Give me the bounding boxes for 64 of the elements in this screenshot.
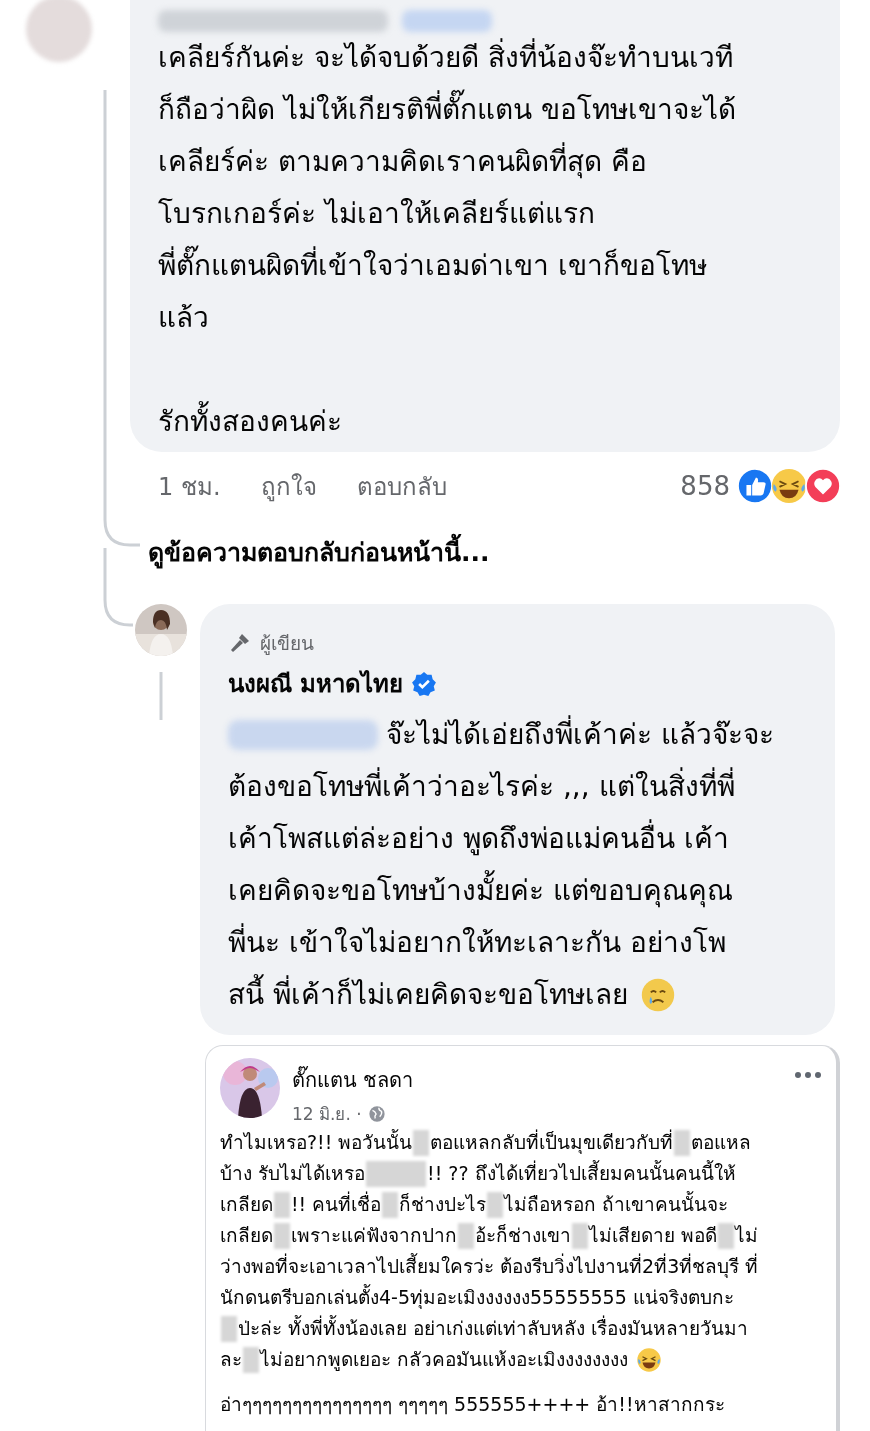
comment-text: เคลียร์ค่ะ ตามความคิดเราคนผิดที่สุด คือ (158, 136, 812, 188)
comment-text: รักทั้งสองคนค่ะ (158, 396, 812, 448)
post-text: เกลียด (220, 1192, 273, 1217)
post-text: ไม่อยากพูดเยอะ กลัวคอมันแห้งอะเมิงงงงงงงง (260, 1347, 629, 1373)
blurred-avatar (26, 0, 92, 62)
post-text: เคยคิดจะขอโทษบ้างมั้ยค่ะ แต่ขอบคุณคุณ (228, 865, 733, 917)
comment-text: ก็ถือว่าผิด ไม่ให้เกียรติพี่ตั๊กแตน ขอโทษเขาจะได้ (158, 84, 812, 136)
post-text: ก็ช่างปะไร (399, 1192, 487, 1217)
redaction-blur (458, 1222, 474, 1249)
view-previous-replies-link[interactable]: ดูข้อความตอบกลับก่อนหน้านี้... (148, 532, 490, 572)
redaction-blur (221, 1315, 237, 1342)
post-author-name[interactable]: ตั๊กแตน ชลดา (292, 1064, 414, 1096)
redaction-blur (274, 1191, 290, 1218)
laughing-emoji-icon (636, 1346, 663, 1373)
more-options-icon[interactable] (794, 1070, 822, 1080)
comment-text: โบรกเกอร์ค่ะ ไม่เอาให้เคลียร์แต่แรก (158, 196, 596, 232)
comment-text: พี่ตั๊กแตนผิดที่เข้าใจว่าเอมด่าเขา เขาก็ขอโทษ (158, 240, 812, 292)
post-text: ไม่ถือหรอก ถ้าเขาคนนั้นจะ (504, 1190, 729, 1217)
redaction-blur (243, 1346, 259, 1373)
post-text: สนี้ พี่เค้าก็ไม่เคยคิดจะขอโทษเลย (228, 969, 628, 1021)
redaction-blur (487, 1191, 504, 1218)
post-date: 12 มิ.ย. · (292, 1103, 362, 1126)
post-text: !! คนที่เชื่อ (291, 1190, 382, 1217)
reply-author-name[interactable]: นงผณี มหาดไทย (228, 664, 404, 703)
redaction-blur (366, 1160, 427, 1187)
post-text: เพราะแค่ฟังจากปาก (291, 1223, 457, 1248)
comment-action-link[interactable]: ถูกใจ (260, 466, 317, 506)
crying-emoji-icon (639, 977, 676, 1013)
post-text: ตอแหล (691, 1130, 752, 1155)
author-label: ผู้เขียน (260, 631, 314, 657)
redaction-blur (274, 1222, 290, 1249)
redaction-blur (382, 1191, 399, 1218)
post-text: ว่างพอที่จะเอาเวลาไปเสี้ยมใครว่ะ ต้องรีบวิ่งไปงานที่2ที่3ที่ชลบุรี ที่ (220, 1252, 759, 1280)
post-text: พี่นะ เข้าใจไม่อยากให้ทะเลาะกัน อย่างโพ (228, 917, 726, 969)
reaction-count: 858 (680, 471, 730, 501)
comment-text: แล้ว (158, 300, 210, 336)
laughing-emoji-icon (770, 467, 808, 505)
post-text: ป่ะล่ะ ทั้งพี่ทั้งน้องเลย อย่าเก่งแต่เท่าลับหลัง เรื่องมันหลายวันมา (238, 1314, 749, 1341)
post-text: อ้ะก็ช่างเขา (475, 1223, 571, 1248)
post-text: นักดนตรีบอกเล่นตั้ง4-5ทุ่มอะเมิงงงงงง55555555 แน่จริงตบกะ (220, 1283, 734, 1311)
post-text: บ้าง รับไม่ได้เหรอ (220, 1161, 366, 1186)
comment-time: 1 ชม. (158, 471, 221, 503)
heart-reaction-icon (804, 467, 842, 505)
microphone-icon (228, 631, 252, 655)
comment-action-link[interactable]: ตอบกลับ (356, 466, 447, 506)
post-text: !! ?? ถึงได้เที่ยวไปเสี้ยมคนนั้นคนนี้ให้ (427, 1159, 736, 1186)
post-text: ไม่เสียดาย พอดี (589, 1223, 718, 1248)
globe-icon (367, 1104, 386, 1123)
post-text: ทำไมเหรอ?!! พอวันนั้น (220, 1128, 413, 1155)
redaction-blur (718, 1222, 735, 1249)
post-text: เกลียด (220, 1223, 273, 1248)
redaction-blur (413, 1129, 430, 1156)
like-reaction-icon (736, 467, 774, 505)
post-text: จ๊ะไม่ได้เอ่ยถึงพี่เค้าค่ะ แล้วจ๊ะจะ (386, 709, 774, 761)
post-text: เค้าโพสแต่ล่ะอย่าง พูดถึงพ่อแม่คนอื่น เค้า (228, 813, 729, 865)
redaction-blur (572, 1222, 588, 1249)
post-text: อ่าๆๆๆๆๆๆๆๆๆๆๆๆๆๆๆ ๆๆๆๆๆ 555555++++ อ้า!!หาสากกระ (220, 1392, 725, 1417)
thread-line (159, 672, 163, 720)
post-text: ต้องขอโทษพี่เค้าว่าอะไรค่ะ ,,, แต่ในสิ่งที่พี่ (228, 761, 735, 813)
redaction-blur (674, 1129, 691, 1156)
post-text: ตอแหลกลับที่เป็นมุขเดียวกับที่ (430, 1128, 674, 1156)
comment-text: เคลียร์กันค่ะ จะได้จบด้วยดี สิ่งที่น้องจ๊ะทำบนเวที (158, 32, 812, 84)
post-text: ละ (220, 1347, 242, 1372)
post-text: ไม่ (735, 1223, 759, 1248)
